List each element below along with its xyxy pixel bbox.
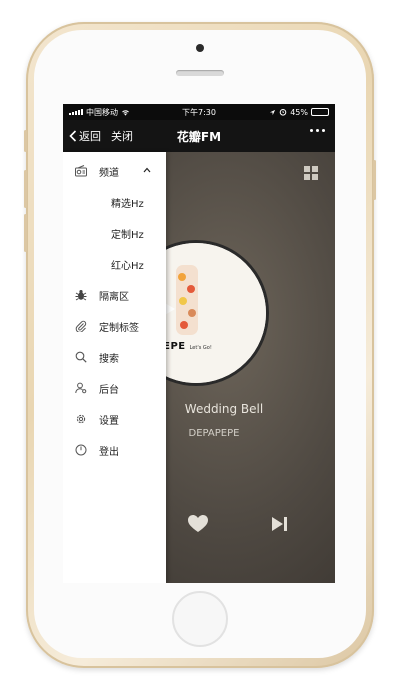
heart-icon[interactable] bbox=[188, 514, 208, 534]
power-icon bbox=[75, 444, 87, 456]
menu-item-channel[interactable]: 频道 bbox=[63, 156, 166, 186]
menu-item-backend[interactable]: 后台 bbox=[63, 373, 166, 403]
menu-label: 搜索 bbox=[99, 353, 119, 365]
menu-item-settings[interactable]: 设置 bbox=[63, 404, 166, 434]
menu-label: 定制Hz bbox=[111, 229, 144, 241]
album-subtitle: Let's Go! bbox=[189, 345, 212, 351]
side-button bbox=[24, 170, 27, 208]
menu-label: 登出 bbox=[99, 446, 119, 458]
side-button bbox=[24, 130, 27, 152]
menu-item-custom-hz[interactable]: 定制Hz bbox=[63, 218, 166, 248]
radio-icon bbox=[75, 165, 87, 177]
page-title: 花瓣FM bbox=[176, 129, 222, 144]
user-settings-icon bbox=[75, 382, 87, 394]
menu-item-search[interactable]: 搜索 bbox=[63, 342, 166, 372]
search-icon bbox=[75, 351, 87, 363]
battery-icon bbox=[311, 108, 329, 116]
gear-icon bbox=[76, 414, 86, 424]
menu-item-custom-tags[interactable]: 定制标签 bbox=[63, 311, 166, 341]
side-drawer: 频道 精选Hz 定制Hz 红心Hz 隔离区 定制标签 搜索 后台 设置 登出 bbox=[63, 152, 166, 583]
status-bar: 中国移动 下午7:30 45% bbox=[63, 104, 335, 120]
menu-label: 精选Hz bbox=[111, 198, 144, 210]
back-button[interactable]: 返回 bbox=[69, 128, 101, 144]
close-button[interactable]: 关闭 bbox=[111, 128, 133, 144]
status-time: 下午7:30 bbox=[182, 107, 216, 117]
side-button bbox=[373, 160, 376, 200]
menu-label: 隔离区 bbox=[99, 291, 129, 303]
side-button bbox=[24, 214, 27, 252]
menu-item-logout[interactable]: 登出 bbox=[63, 435, 166, 465]
menu-label: 后台 bbox=[99, 384, 119, 396]
menu-label: 红心Hz bbox=[111, 260, 144, 272]
menu-label: 设置 bbox=[99, 415, 119, 427]
home-button[interactable] bbox=[172, 591, 228, 647]
menu-item-quarantine[interactable]: 隔离区 bbox=[63, 280, 166, 310]
back-label: 返回 bbox=[79, 130, 101, 143]
bug-icon bbox=[75, 290, 87, 301]
front-camera bbox=[196, 44, 204, 52]
menu-label: 频道 bbox=[99, 167, 119, 179]
chevron-up-icon bbox=[143, 167, 151, 173]
earpiece-speaker bbox=[176, 70, 224, 76]
menu-item-featured-hz[interactable]: 精选Hz bbox=[63, 187, 166, 217]
more-dots-icon bbox=[310, 129, 313, 132]
menu-item-heart-hz[interactable]: 红心Hz bbox=[63, 249, 166, 279]
chevron-left-icon bbox=[69, 130, 77, 142]
nav-bar: 返回 关闭 花瓣FM bbox=[63, 120, 335, 152]
more-menu-button[interactable] bbox=[310, 129, 325, 132]
menu-label: 定制标签 bbox=[99, 322, 139, 334]
phone-screen: 中国移动 下午7:30 45% 返回 关闭 花瓣FM Let's Go! Wed… bbox=[63, 104, 335, 583]
grid-icon[interactable] bbox=[304, 166, 318, 180]
next-track-icon[interactable] bbox=[271, 516, 289, 532]
paperclip-icon bbox=[75, 320, 87, 332]
